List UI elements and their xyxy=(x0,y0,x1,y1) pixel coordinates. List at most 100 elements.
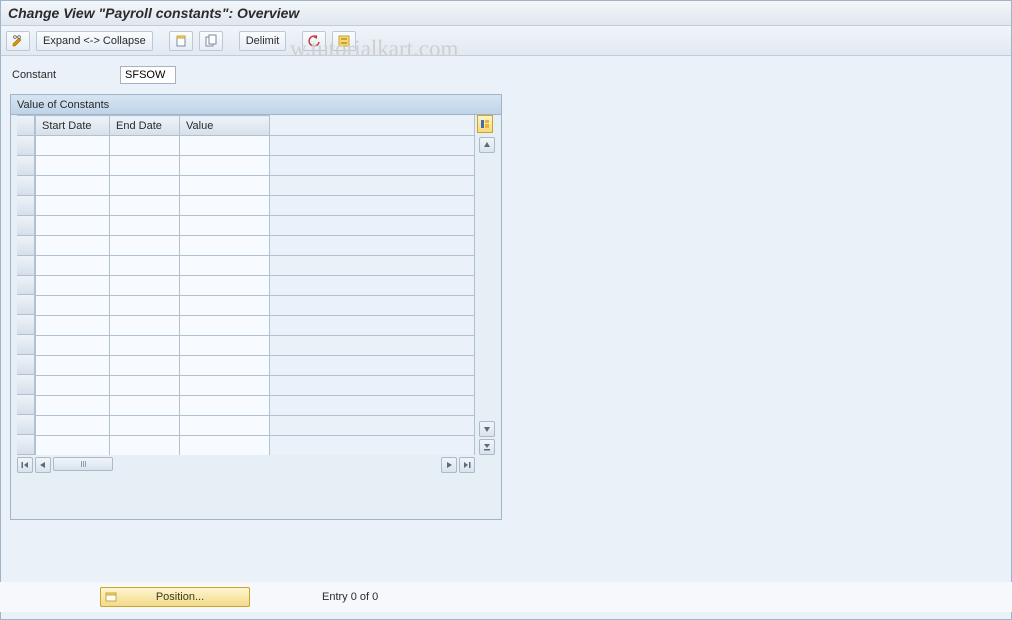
cell-end[interactable] xyxy=(110,396,180,416)
table-settings-button[interactable] xyxy=(477,115,493,133)
cell-value[interactable] xyxy=(180,236,270,256)
col-end-date[interactable]: End Date xyxy=(110,116,180,136)
cell-value[interactable] xyxy=(180,136,270,156)
cell-start[interactable] xyxy=(36,256,110,276)
scroll-left-button[interactable] xyxy=(35,457,51,473)
cell-value[interactable] xyxy=(180,296,270,316)
table-row[interactable] xyxy=(36,296,475,316)
cell-start[interactable] xyxy=(36,156,110,176)
select-all-button[interactable] xyxy=(332,31,356,51)
cell-start[interactable] xyxy=(36,196,110,216)
scroll-first-button[interactable] xyxy=(17,457,33,473)
row-selector[interactable] xyxy=(17,256,35,276)
row-selector[interactable] xyxy=(17,295,35,315)
row-selector[interactable] xyxy=(17,156,35,176)
delimit-button[interactable]: Delimit xyxy=(239,31,287,51)
row-selector[interactable] xyxy=(17,355,35,375)
table-row[interactable] xyxy=(36,276,475,296)
vertical-scrollbar[interactable] xyxy=(479,137,495,455)
constant-input[interactable] xyxy=(120,66,176,84)
row-selector[interactable] xyxy=(17,415,35,435)
position-button[interactable]: Position... xyxy=(100,587,250,607)
cell-end[interactable] xyxy=(110,356,180,376)
cell-start[interactable] xyxy=(36,176,110,196)
cell-value[interactable] xyxy=(180,196,270,216)
cell-end[interactable] xyxy=(110,176,180,196)
scroll-up-button[interactable] xyxy=(479,137,495,153)
scroll-down-button[interactable] xyxy=(479,421,495,437)
display-change-toggle-button[interactable] xyxy=(6,31,30,51)
hscroll-thumb[interactable] xyxy=(53,457,113,471)
cell-value[interactable] xyxy=(180,336,270,356)
cell-end[interactable] xyxy=(110,136,180,156)
table-row[interactable] xyxy=(36,216,475,236)
table-row[interactable] xyxy=(36,416,475,436)
cell-end[interactable] xyxy=(110,416,180,436)
row-selector[interactable] xyxy=(17,276,35,296)
scroll-end-button[interactable] xyxy=(479,439,495,455)
table-row[interactable] xyxy=(36,176,475,196)
row-selector[interactable] xyxy=(17,136,35,156)
table-row[interactable] xyxy=(36,436,475,456)
cell-end[interactable] xyxy=(110,216,180,236)
row-selector[interactable] xyxy=(17,375,35,395)
cell-start[interactable] xyxy=(36,376,110,396)
cell-end[interactable] xyxy=(110,296,180,316)
col-value[interactable]: Value xyxy=(180,116,270,136)
table-row[interactable] xyxy=(36,336,475,356)
cell-start[interactable] xyxy=(36,316,110,336)
cell-value[interactable] xyxy=(180,396,270,416)
copy-as-button[interactable] xyxy=(199,31,223,51)
cell-start[interactable] xyxy=(36,356,110,376)
row-selector[interactable] xyxy=(17,435,35,455)
constants-grid[interactable]: Start Date End Date Value xyxy=(35,115,475,455)
cell-end[interactable] xyxy=(110,316,180,336)
cell-value[interactable] xyxy=(180,416,270,436)
cell-start[interactable] xyxy=(36,236,110,256)
row-selector[interactable] xyxy=(17,236,35,256)
cell-end[interactable] xyxy=(110,436,180,456)
cell-value[interactable] xyxy=(180,356,270,376)
table-row[interactable] xyxy=(36,316,475,336)
col-start-date[interactable]: Start Date xyxy=(36,116,110,136)
cell-value[interactable] xyxy=(180,256,270,276)
cell-start[interactable] xyxy=(36,296,110,316)
table-row[interactable] xyxy=(36,356,475,376)
cell-value[interactable] xyxy=(180,176,270,196)
cell-start[interactable] xyxy=(36,216,110,236)
horizontal-scrollbar[interactable] xyxy=(17,457,475,473)
cell-value[interactable] xyxy=(180,276,270,296)
cell-end[interactable] xyxy=(110,336,180,356)
row-selector[interactable] xyxy=(17,315,35,335)
expand-collapse-button[interactable]: Expand <-> Collapse xyxy=(36,31,153,51)
table-row[interactable] xyxy=(36,156,475,176)
row-selector[interactable] xyxy=(17,176,35,196)
table-row[interactable] xyxy=(36,236,475,256)
table-row[interactable] xyxy=(36,396,475,416)
cell-end[interactable] xyxy=(110,156,180,176)
row-selector[interactable] xyxy=(17,395,35,415)
cell-start[interactable] xyxy=(36,276,110,296)
cell-start[interactable] xyxy=(36,396,110,416)
cell-start[interactable] xyxy=(36,416,110,436)
cell-end[interactable] xyxy=(110,196,180,216)
hscroll-track[interactable] xyxy=(53,457,439,473)
cell-end[interactable] xyxy=(110,236,180,256)
row-selector[interactable] xyxy=(17,335,35,355)
cell-start[interactable] xyxy=(36,336,110,356)
cell-value[interactable] xyxy=(180,216,270,236)
cell-end[interactable] xyxy=(110,276,180,296)
undo-change-button[interactable] xyxy=(302,31,326,51)
cell-end[interactable] xyxy=(110,256,180,276)
scroll-last-button[interactable] xyxy=(459,457,475,473)
row-selector[interactable] xyxy=(17,196,35,216)
cell-value[interactable] xyxy=(180,156,270,176)
table-row[interactable] xyxy=(36,136,475,156)
table-row[interactable] xyxy=(36,376,475,396)
table-row[interactable] xyxy=(36,196,475,216)
row-selector[interactable] xyxy=(17,216,35,236)
vscroll-track[interactable] xyxy=(479,155,495,419)
cell-value[interactable] xyxy=(180,376,270,396)
cell-value[interactable] xyxy=(180,436,270,456)
new-entries-button[interactable] xyxy=(169,31,193,51)
